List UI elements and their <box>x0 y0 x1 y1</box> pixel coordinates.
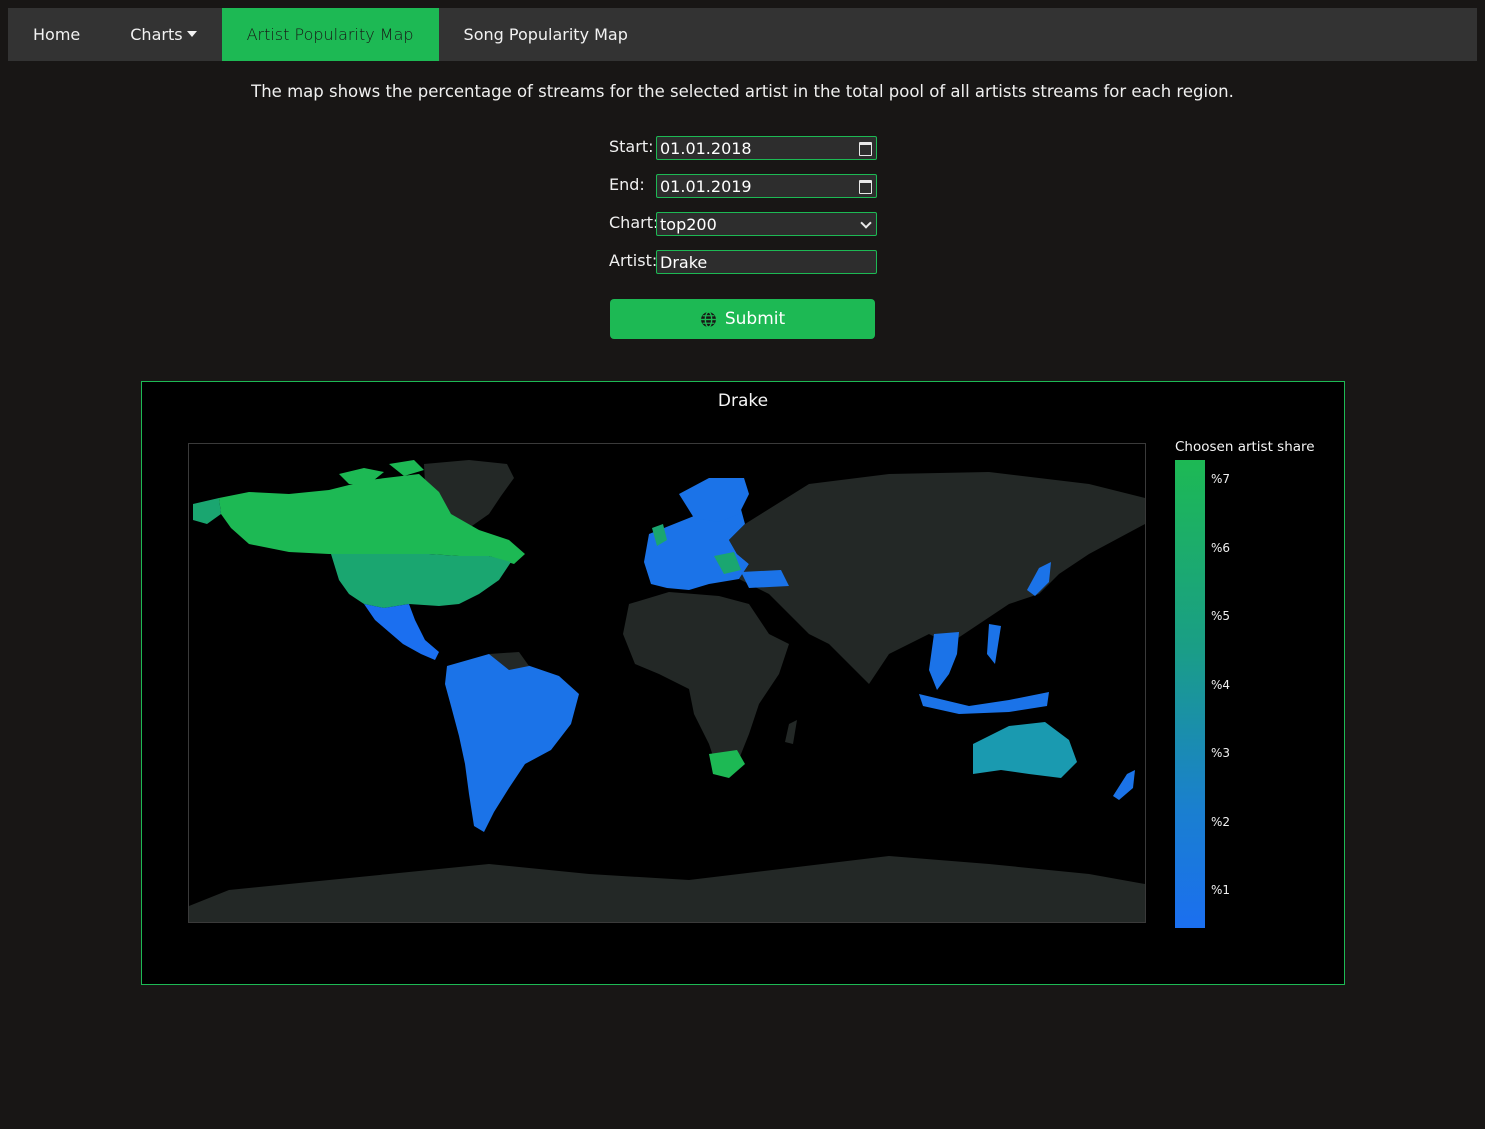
calendar-icon[interactable] <box>859 142 872 156</box>
colorbar <box>1175 460 1205 928</box>
chart-row: Chart: top200 <box>609 211 877 237</box>
start-row: Start: 01.01.2018 <box>609 135 877 161</box>
nav-song-map-label: Song Popularity Map <box>463 25 628 44</box>
submit-label: Submit <box>724 309 786 329</box>
region-indonesia <box>919 692 1049 714</box>
region-alaska <box>193 498 221 524</box>
top-navbar: Home Charts Artist Popularity Map Song P… <box>8 8 1477 61</box>
nav-song-popularity-map[interactable]: Song Popularity Map <box>439 8 653 61</box>
artist-label: Artist: <box>609 250 658 270</box>
region-mexico <box>364 604 439 660</box>
submit-button[interactable]: Submit <box>610 299 875 339</box>
caret-down-icon <box>186 30 197 37</box>
end-row: End: 01.01.2019 <box>609 173 877 199</box>
colorbar-title: Choosen artist share <box>1175 439 1315 455</box>
end-label: End: <box>609 174 645 194</box>
region-united-states <box>331 554 511 608</box>
choropleth-svg <box>189 460 1145 922</box>
world-map[interactable] <box>188 443 1146 923</box>
region-southeast-asia <box>929 624 1001 690</box>
colorbar-tick: %2 <box>1211 815 1231 829</box>
map-title: Drake <box>717 391 769 411</box>
artist-input-value: Drake <box>660 252 708 272</box>
chevron-down-icon <box>860 217 872 229</box>
colorbar-tick: %7 <box>1211 472 1231 486</box>
region-turkey <box>741 570 789 588</box>
intro-text: The map shows the percentage of streams … <box>251 82 1234 101</box>
region-new-zealand <box>1113 770 1135 800</box>
colorbar-tick: %6 <box>1211 541 1231 555</box>
map-panel: Drake Choosen artist share %7 %6 %5 %4 %… <box>141 381 1345 985</box>
nav-charts-label: Charts <box>130 25 183 44</box>
nav-artist-map-label: Artist Popularity Map <box>246 25 414 44</box>
chart-select-value: top200 <box>660 214 717 234</box>
region-antarctica <box>189 856 1145 922</box>
calendar-icon[interactable] <box>859 180 872 194</box>
region-south-america <box>445 654 579 832</box>
globe-icon <box>700 310 716 328</box>
colorbar-tick: %5 <box>1211 609 1231 623</box>
region-madagascar <box>785 720 797 744</box>
artist-input[interactable]: Drake <box>656 250 877 274</box>
colorbar-tick: %3 <box>1211 746 1231 760</box>
region-africa <box>623 592 789 774</box>
colorbar-tick: %4 <box>1211 678 1231 692</box>
artist-row: Artist: Drake <box>609 249 877 275</box>
end-date-value: 01.01.2019 <box>660 176 752 196</box>
nav-artist-popularity-map[interactable]: Artist Popularity Map <box>221 8 439 61</box>
colorbar-tick: %1 <box>1211 883 1231 897</box>
chart-select[interactable]: top200 <box>656 212 877 236</box>
nav-home-label: Home <box>33 25 81 44</box>
region-australia <box>973 722 1077 778</box>
start-label: Start: <box>609 136 654 156</box>
end-date-input[interactable]: 01.01.2019 <box>656 174 877 198</box>
start-date-value: 01.01.2018 <box>660 138 752 158</box>
nav-charts-dropdown[interactable]: Charts <box>105 8 221 61</box>
nav-home[interactable]: Home <box>8 8 105 61</box>
start-date-input[interactable]: 01.01.2018 <box>656 136 877 160</box>
chart-label: Chart: <box>609 212 659 232</box>
